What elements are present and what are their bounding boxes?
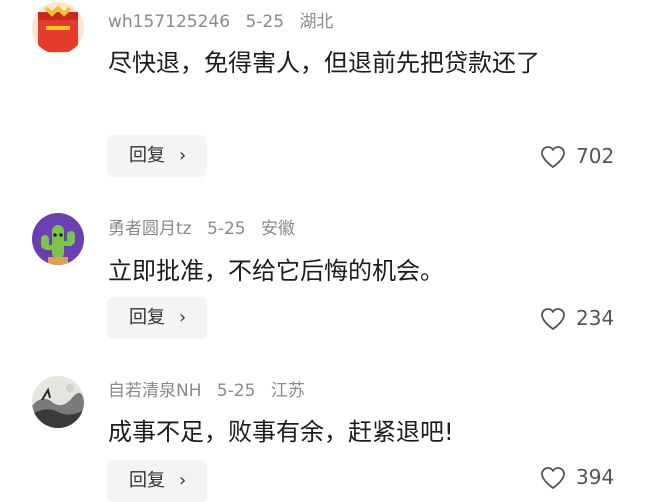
heart-outline-icon (541, 308, 565, 330)
comment-location: 湖北 (299, 12, 334, 32)
reply-button[interactable]: 回复 › (107, 460, 207, 502)
red-lantern-avatar-icon[interactable] (32, 2, 84, 54)
like-count: 234 (576, 306, 615, 330)
comment-date: 5-25 (207, 219, 246, 239)
comment-text: 立即批准，不给它后悔的机会。 (108, 257, 444, 285)
heart-outline-icon (541, 146, 565, 168)
reply-label: 回复 (129, 470, 165, 491)
comment-meta: 自若清泉NH 5-25 江苏 (108, 381, 315, 401)
like-button[interactable]: 394 (540, 462, 630, 492)
like-button[interactable]: 702 (540, 141, 630, 171)
reply-button[interactable]: 回复 › (107, 297, 207, 339)
cactus-avatar-icon[interactable] (32, 213, 84, 265)
comment-date: 5-25 (245, 12, 285, 32)
comment-location: 安徽 (261, 219, 295, 239)
reply-label: 回复 (129, 145, 165, 166)
comment-date: 5-25 (216, 381, 256, 401)
chevron-right-icon: › (179, 307, 187, 328)
reply-button[interactable]: 回复 › (107, 135, 207, 177)
username[interactable]: 自若清泉NH (108, 381, 202, 401)
comment-text: 成事不足，败事有余，赶紧退吧! (108, 418, 454, 446)
like-count: 702 (576, 144, 615, 168)
chevron-right-icon: › (179, 470, 187, 491)
landscape-painting-avatar-icon[interactable] (32, 376, 84, 428)
comment-meta: 勇者圆月tz 5-25 安徽 (108, 219, 305, 239)
heart-outline-icon (541, 467, 565, 489)
username[interactable]: 勇者圆月tz (108, 219, 192, 239)
username[interactable]: wh157125246 (108, 12, 230, 32)
like-count: 394 (576, 465, 615, 489)
like-button[interactable]: 234 (540, 303, 630, 333)
comment-meta: wh157125246 5-25 湖北 (108, 12, 343, 32)
comment-text: 尽快退，免得害人，但退前先把贷款还了 (108, 49, 540, 77)
chevron-right-icon: › (179, 145, 187, 166)
reply-label: 回复 (129, 307, 165, 328)
comment-location: 江苏 (270, 381, 305, 401)
